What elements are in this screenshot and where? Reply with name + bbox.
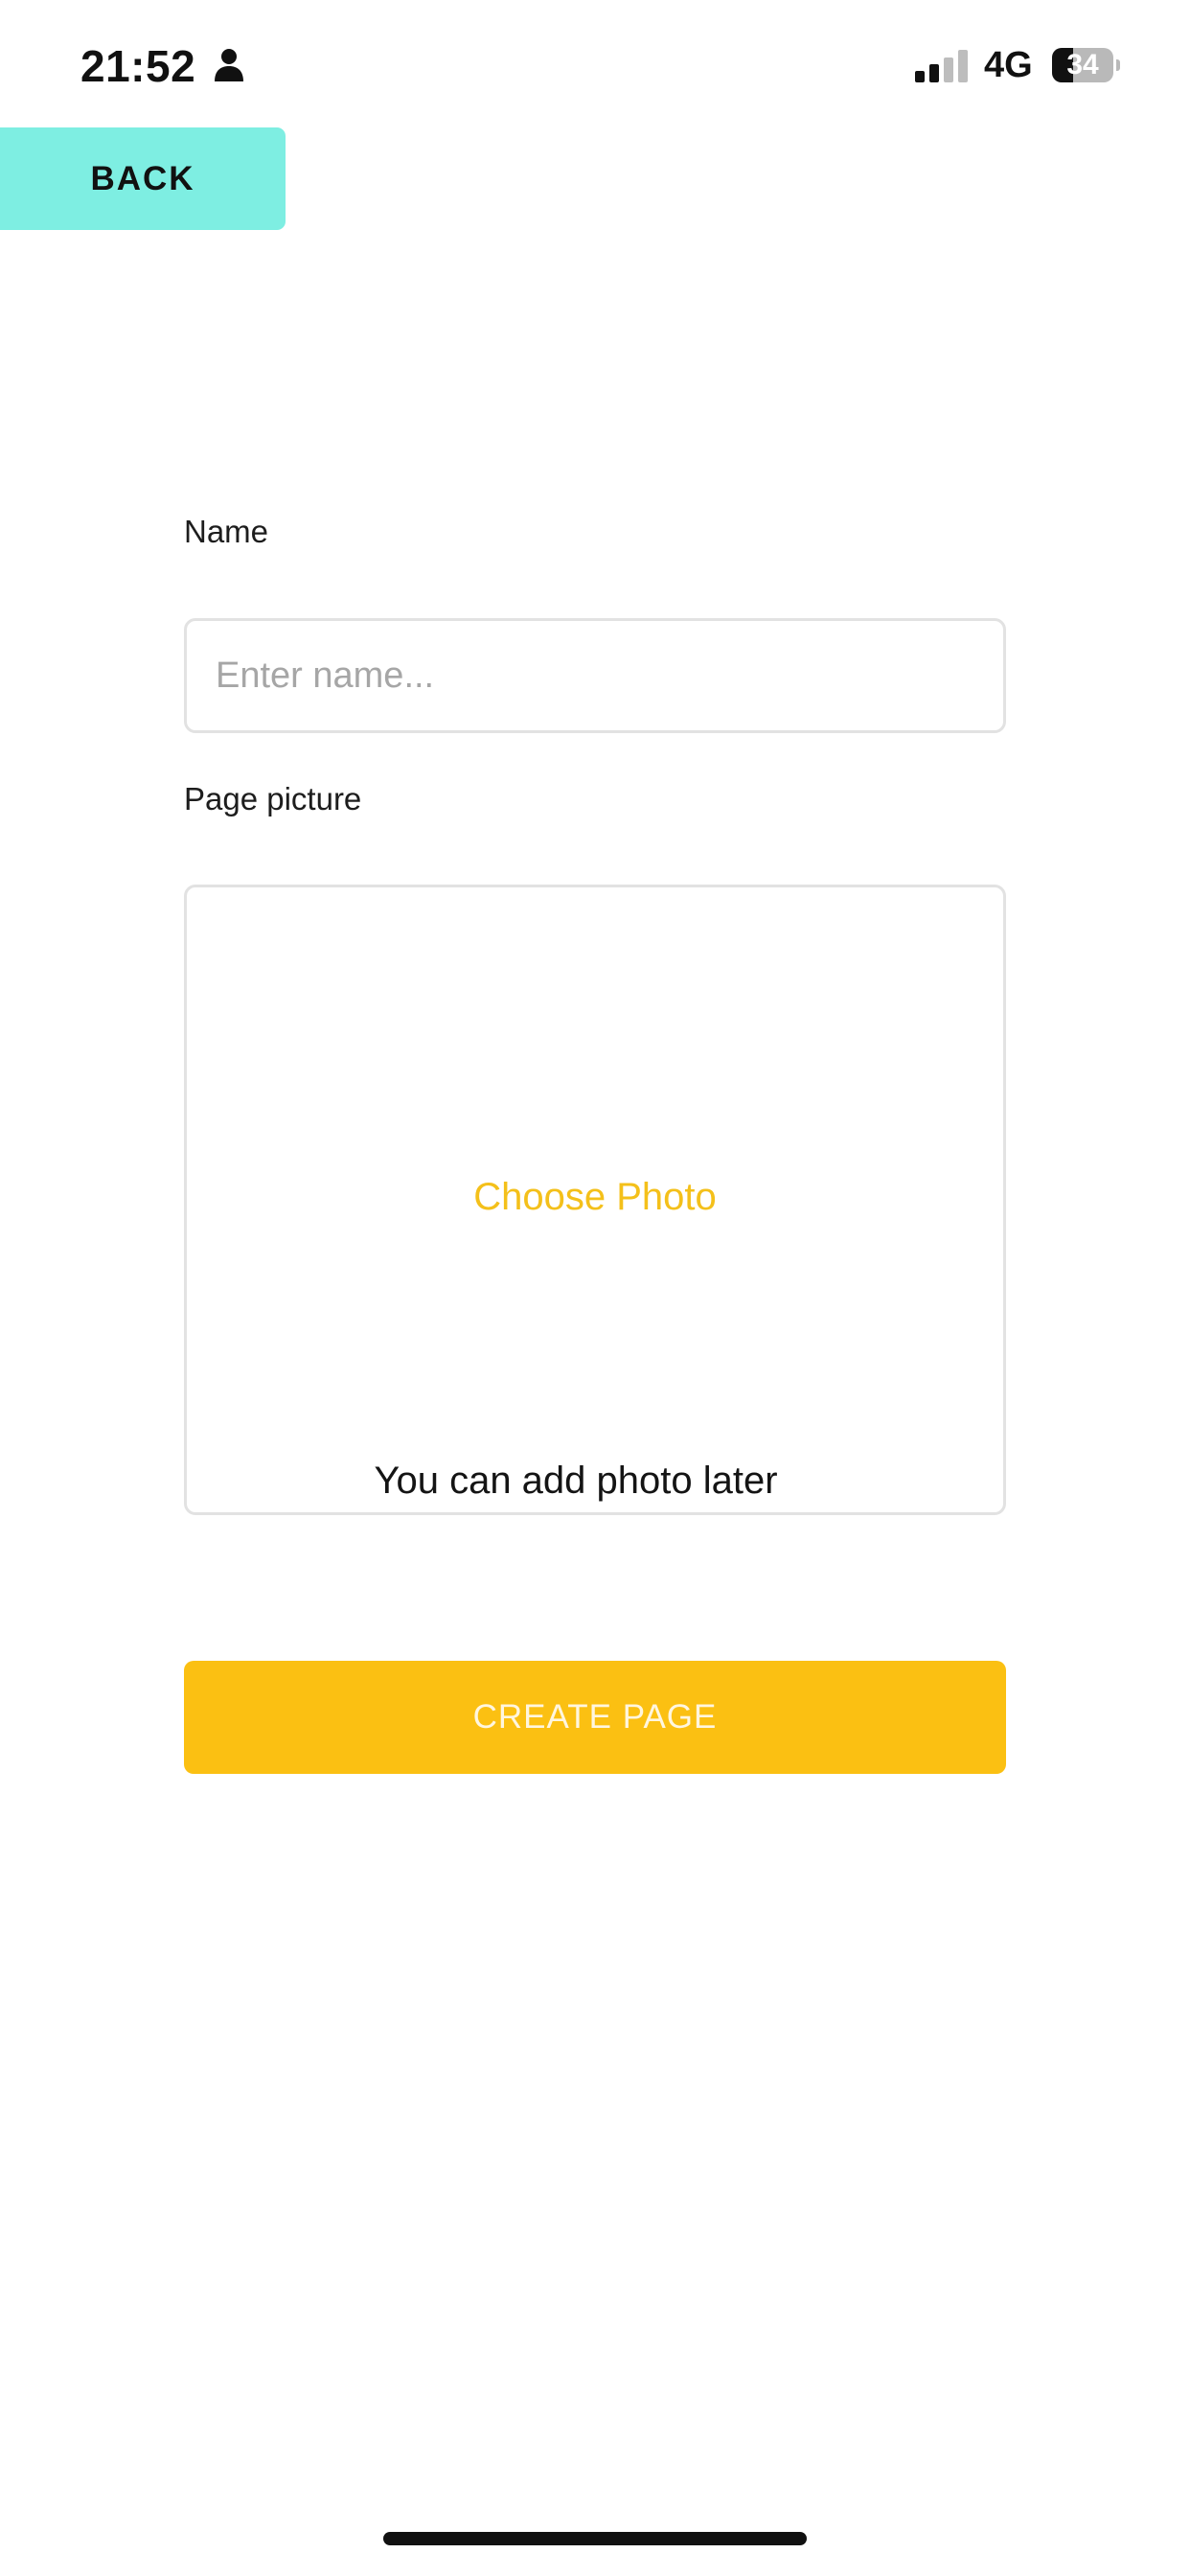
create-page-button[interactable]: CREATE PAGE bbox=[184, 1661, 1006, 1774]
photo-hint: You can add photo later bbox=[374, 1460, 778, 1502]
photo-picker[interactable]: Choose Photo You can add photo later bbox=[184, 885, 1006, 1515]
person-icon bbox=[215, 49, 243, 81]
signal-icon bbox=[915, 50, 968, 82]
status-bar: 21:52 4G 34 bbox=[0, 0, 1190, 129]
choose-photo-button[interactable]: Choose Photo bbox=[187, 1176, 1003, 1219]
name-input[interactable] bbox=[184, 618, 1006, 733]
battery-tip bbox=[1116, 59, 1120, 71]
battery-icon: 34 bbox=[1052, 48, 1120, 82]
status-time: 21:52 bbox=[80, 41, 196, 91]
page-picture-label: Page picture bbox=[184, 781, 362, 816]
network-label: 4G bbox=[984, 45, 1033, 85]
home-indicator bbox=[383, 2532, 807, 2545]
back-button[interactable]: BACK bbox=[0, 127, 286, 230]
name-label: Name bbox=[184, 514, 269, 549]
battery-body: 34 bbox=[1052, 48, 1113, 82]
battery-level: 34 bbox=[1066, 49, 1099, 80]
